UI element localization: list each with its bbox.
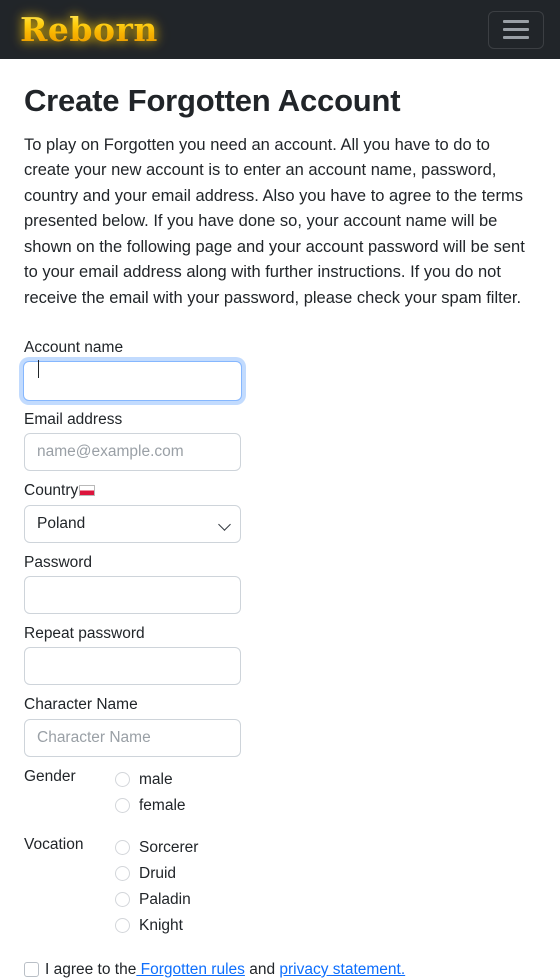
page-title: Create Forgotten Account [24, 83, 401, 118]
vocation-option-sorcerer[interactable]: Sorcerer [115, 835, 198, 861]
hamburger-bar-1 [503, 20, 529, 23]
vocation-option-druid[interactable]: Druid [115, 861, 198, 887]
radio-icon[interactable] [115, 918, 130, 934]
country-select[interactable]: Poland [24, 504, 241, 543]
hamburger-bar-2 [503, 28, 529, 31]
privacy-statement-link[interactable]: privacy statement. [279, 961, 405, 978]
radio-icon[interactable] [115, 840, 130, 856]
intro-paragraph: To play on Forgotten you need an account… [24, 135, 525, 308]
vocation-label: Vocation [24, 835, 84, 853]
gender-option-male[interactable]: male [115, 767, 186, 793]
repeat-password-input[interactable] [24, 647, 241, 686]
gender-option-female[interactable]: female [115, 793, 186, 819]
vocation-option-label: Sorcerer [139, 839, 199, 857]
account-name-input[interactable] [23, 360, 242, 401]
forgotten-rules-link[interactable]: Forgotten rules [136, 961, 245, 978]
vocation-option-knight[interactable]: Knight [115, 913, 198, 939]
gender-options: male female [115, 767, 186, 819]
vocation-option-label: Paladin [139, 891, 191, 909]
character-name-label: Character Name [24, 696, 138, 714]
gender-option-label: female [139, 797, 186, 815]
agreement-text: I agree to the Forgotten rules and priva… [45, 961, 405, 979]
top-navbar: Reborn [0, 0, 560, 59]
radio-icon[interactable] [115, 798, 130, 814]
country-label: Country [24, 482, 79, 500]
character-name-input[interactable] [24, 718, 241, 757]
radio-icon[interactable] [115, 866, 130, 882]
password-label: Password [24, 553, 93, 571]
page-container: Create Forgotten Account To play on Forg… [0, 59, 560, 980]
gender-label: Gender [24, 767, 76, 785]
vocation-option-label: Knight [139, 917, 183, 935]
vocation-option-label: Druid [139, 865, 177, 883]
poland-flag-icon [79, 485, 96, 497]
vocation-option-paladin[interactable]: Paladin [115, 887, 198, 913]
agreement-text-middle: and [244, 960, 280, 978]
vocation-group: Vocation Sorcerer Druid Paladin Knight [24, 835, 536, 939]
repeat-password-label: Repeat password [24, 625, 145, 643]
hamburger-bar-3 [503, 36, 529, 39]
hamburger-menu-icon[interactable] [488, 10, 544, 49]
password-input[interactable] [24, 576, 241, 615]
country-select-wrap: Poland [24, 504, 241, 543]
gender-group: Gender male female [24, 767, 536, 819]
email-label: Email address [24, 410, 123, 428]
brand-logo[interactable]: Reborn [16, 11, 162, 48]
gender-option-label: male [139, 771, 173, 789]
agreement-text-before: I agree to the [45, 960, 137, 978]
agreement-row: I agree to the Forgotten rules and priva… [24, 961, 536, 979]
registration-form: Account name Email address Country Polan… [23, 338, 536, 980]
email-input[interactable] [24, 433, 241, 472]
radio-icon[interactable] [115, 772, 130, 788]
account-name-label: Account name [24, 338, 124, 356]
text-caret [38, 360, 39, 378]
radio-icon[interactable] [115, 892, 130, 908]
vocation-options: Sorcerer Druid Paladin Knight [115, 835, 198, 939]
agreement-checkbox[interactable] [24, 962, 39, 978]
